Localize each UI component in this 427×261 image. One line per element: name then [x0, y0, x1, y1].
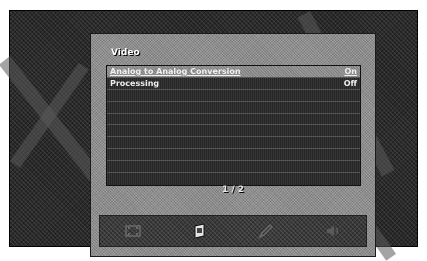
- osd-menu-panel: Video Analog to Analog Conversion On Pro…: [90, 33, 376, 257]
- page-indicator: 1 / 2: [221, 185, 245, 195]
- menu-item-empty: [107, 113, 360, 126]
- menu-item-empty: [107, 173, 360, 185]
- film-icon[interactable]: [124, 222, 142, 240]
- menu-item-label: Analog to Analog Conversion: [110, 66, 241, 76]
- pencil-icon[interactable]: [257, 222, 275, 240]
- menu-item-empty: [107, 89, 360, 102]
- speaker-icon[interactable]: [324, 222, 342, 240]
- menu-item-empty: [107, 101, 360, 114]
- menu-item-empty: [107, 125, 360, 138]
- menu-item-value: Off: [343, 78, 357, 88]
- menu-item-processing[interactable]: Processing Off: [107, 77, 360, 90]
- tv-screen: Video Analog to Analog Conversion On Pro…: [0, 10, 418, 261]
- menu-item-empty: [107, 149, 360, 162]
- menu-item-value: On: [344, 66, 358, 76]
- menu-item-label: Processing: [110, 78, 160, 88]
- menu-item-empty: [107, 137, 360, 150]
- menu-category-bar: [99, 215, 367, 247]
- menu-item-empty: [107, 161, 360, 174]
- menu-item-analog-conversion[interactable]: Analog to Analog Conversion On: [107, 66, 360, 78]
- menu-title: Video: [111, 48, 140, 58]
- video-settings-icon[interactable]: [191, 222, 209, 240]
- menu-list: Analog to Analog Conversion On Processin…: [106, 65, 361, 186]
